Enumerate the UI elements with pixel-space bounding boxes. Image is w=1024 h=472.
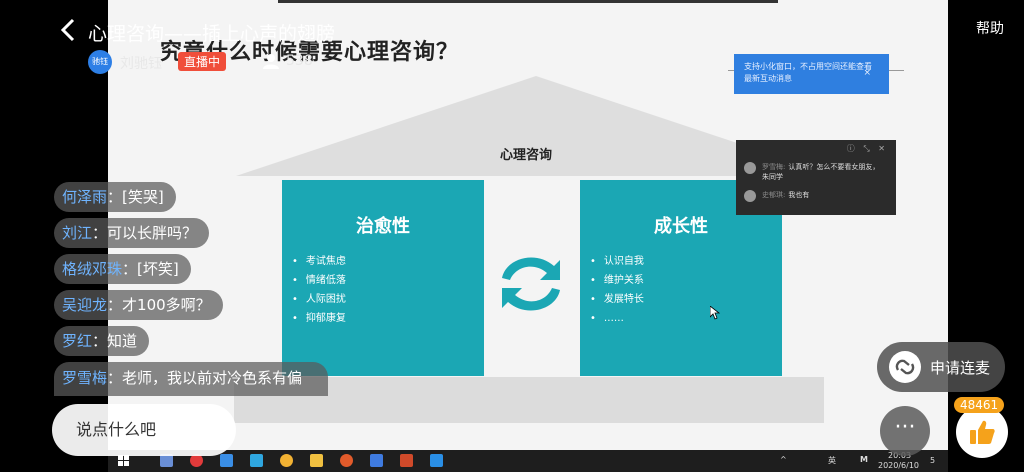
chat-row: 史郁琪: 我也有 xyxy=(744,190,809,202)
avatar xyxy=(744,162,756,174)
list-item: 抑郁康复 xyxy=(292,309,484,328)
comment-item: 吴迎龙：才100多啊？ xyxy=(54,290,223,320)
list-item: 考试焦虑 xyxy=(292,252,484,271)
top-strip xyxy=(278,0,778,3)
avatar[interactable]: 驰钰 xyxy=(88,50,112,74)
like-count: 48461 xyxy=(954,397,1005,413)
comment-input[interactable]: 说点什么吧 xyxy=(52,404,236,456)
windows-start-icon[interactable] xyxy=(118,455,130,467)
comment-item: 何泽雨：[笑哭] xyxy=(54,182,176,212)
window-controls-icon[interactable]: ⓘ ⤡ ✕ xyxy=(847,143,888,154)
comment-user[interactable]: 吴迎龙 xyxy=(62,296,107,314)
pillar-list: 考试焦虑 情绪低落 人际困扰 抑郁康复 xyxy=(282,252,484,328)
more-button[interactable]: ··· xyxy=(880,406,930,456)
app-icon[interactable] xyxy=(430,454,443,467)
browser-icon[interactable] xyxy=(340,454,353,467)
chrome-icon[interactable] xyxy=(280,454,293,467)
pillar-list: 认识自我 维护关系 发展特长 …… xyxy=(580,252,782,328)
thumbs-up-icon xyxy=(970,420,995,444)
like-button[interactable] xyxy=(956,406,1008,458)
live-badge: 直播中 xyxy=(178,52,227,71)
ime-indicator[interactable]: 英 xyxy=(828,455,836,466)
list-item: 发展特长 xyxy=(590,290,782,309)
person-icon xyxy=(263,54,279,69)
notification-count[interactable]: 5 xyxy=(930,456,935,465)
comment-text: 可以长胖吗？ xyxy=(107,224,198,242)
cycle-arrows-icon xyxy=(502,257,560,311)
folder-icon[interactable] xyxy=(310,454,323,467)
pillar-healing: 治愈性 考试焦虑 情绪低落 人际困扰 抑郁康复 xyxy=(282,180,484,376)
viewer-count: 538 xyxy=(286,53,313,69)
comment-text: [坏笑] xyxy=(137,260,179,278)
close-icon[interactable]: × xyxy=(863,67,871,79)
host-name: 刘驰钰 xyxy=(120,56,162,72)
comment-item: 罗红：知道 xyxy=(54,326,150,356)
link-mic-icon xyxy=(889,351,921,383)
chevron-up-icon[interactable]: ^ xyxy=(780,455,787,464)
chat-name: 罗雪梅: xyxy=(762,163,786,171)
chat-row: 罗雪梅: 认真听？怎么不要看女朋友，朱同学 xyxy=(744,162,884,182)
tip-popup: 支持小化窗口，不占用空间还能查看最新互动消息 × xyxy=(734,54,889,94)
roof-label: 心理咨询 xyxy=(500,148,553,163)
tip-text: 支持小化窗口，不占用空间还能查看最新互动消息 xyxy=(744,62,872,83)
pillar-heading: 治愈性 xyxy=(356,216,410,237)
shared-screen: 究竟什么时候需要心理咨询？ 心理咨询 治愈性 考试焦虑 情绪低落 人际困扰 抑郁… xyxy=(108,0,948,472)
comment-user[interactable]: 罗雪梅 xyxy=(62,369,107,387)
comment-text: 才100多啊？ xyxy=(122,296,211,314)
comment-text: [笑哭] xyxy=(122,188,164,206)
comment-text: 知道 xyxy=(107,332,138,350)
mic-label: 申请连麦 xyxy=(930,359,991,377)
comment-item: 刘江：可以长胖吗？ xyxy=(54,218,210,248)
avatar xyxy=(744,190,756,202)
comment-user[interactable]: 刘江 xyxy=(62,224,92,242)
list-item: 认识自我 xyxy=(590,252,782,271)
comment-item: 格绒邓珠：[坏笑] xyxy=(54,254,191,284)
app-icon[interactable] xyxy=(370,454,383,467)
chat-name: 史郁琪: xyxy=(762,191,786,199)
clock-date: 2020/6/10 xyxy=(878,461,920,470)
room-title: 心理咨询——插上心声的翅膀 xyxy=(88,23,336,45)
windows-taskbar: ^ 英 M 20:03 2020/6/10 5 xyxy=(108,450,948,472)
help-button[interactable]: 帮助 xyxy=(976,18,1004,38)
request-mic-button[interactable]: 申请连麦 xyxy=(877,342,1005,392)
comment-item: 罗雪梅：老师，我以前对冷色系有偏执，所有的衣物都是黑灰那 xyxy=(54,362,328,396)
comment-user[interactable]: 格绒邓珠 xyxy=(62,260,122,278)
chat-text: 我也有 xyxy=(788,191,810,199)
mouse-cursor-icon xyxy=(710,306,720,320)
app-icon[interactable] xyxy=(220,454,233,467)
powerpoint-icon[interactable] xyxy=(400,454,413,467)
back-arrow-icon[interactable] xyxy=(60,18,76,42)
comment-user[interactable]: 罗红 xyxy=(62,332,92,350)
list-item: 人际困扰 xyxy=(292,290,484,309)
comment-user[interactable]: 何泽雨 xyxy=(62,188,107,206)
chat-popup: ⓘ ⤡ ✕ 罗雪梅: 认真听？怎么不要看女朋友，朱同学 史郁琪: 我也有 xyxy=(736,140,896,215)
mail-icon[interactable]: M xyxy=(860,455,868,464)
list-item: 维护关系 xyxy=(590,271,782,290)
pillar-heading: 成长性 xyxy=(654,216,708,237)
list-item: …… xyxy=(590,309,782,328)
list-item: 情绪低落 xyxy=(292,271,484,290)
app-icon[interactable] xyxy=(250,454,263,467)
